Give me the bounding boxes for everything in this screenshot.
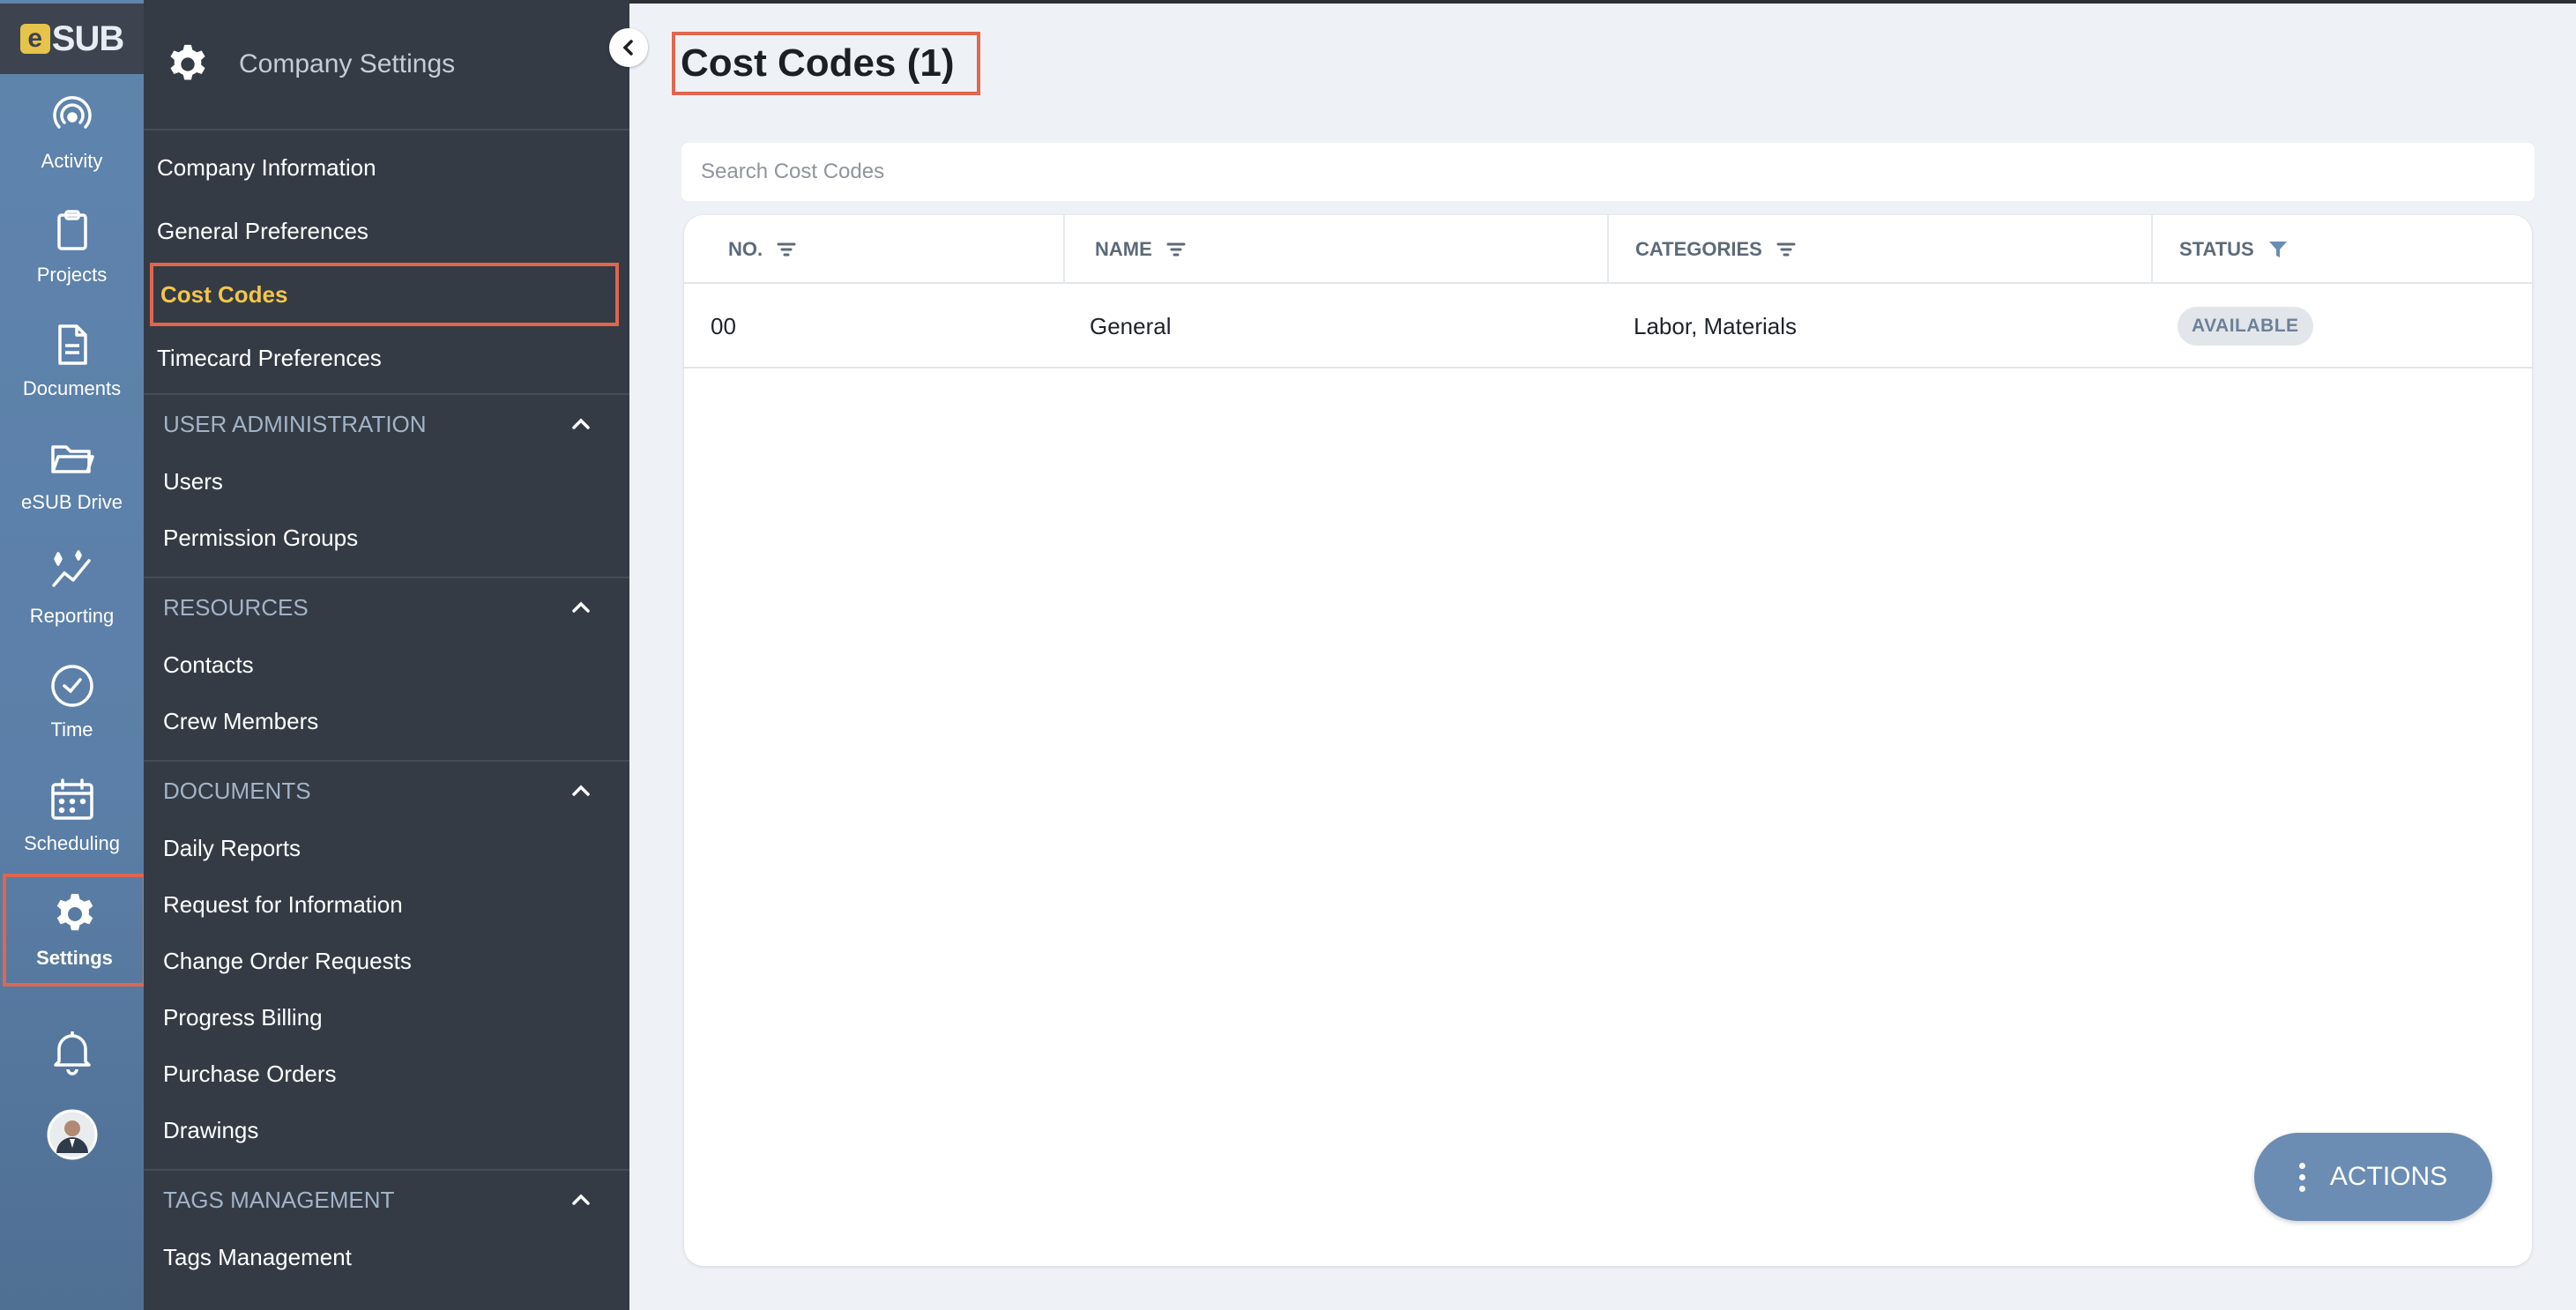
chevron-up-icon xyxy=(572,418,590,429)
cell-name: General xyxy=(1090,312,1172,339)
nav-label: Reporting xyxy=(29,605,115,627)
actions-button[interactable]: ACTIONS xyxy=(2254,1133,2492,1221)
nav-label: eSUB Drive xyxy=(21,491,123,513)
link-users[interactable]: Users xyxy=(144,453,629,510)
column-header-no[interactable]: NO. xyxy=(684,215,1065,284)
nav-label: Activity xyxy=(41,150,103,172)
calendar-icon xyxy=(50,778,93,820)
page-title-container: Cost Codes (1) xyxy=(672,32,980,95)
column-header-categories[interactable]: CATEGORIES xyxy=(1609,215,2153,284)
more-vertical-icon xyxy=(2298,1162,2305,1192)
section-tags-management[interactable]: TAGS MANAGEMENT xyxy=(144,1169,629,1229)
table-row[interactable]: 00 General Labor, Materials AVAILABLE xyxy=(684,284,2532,368)
cell-categories: Labor, Materials xyxy=(1634,312,1797,339)
sort-filter-icon[interactable] xyxy=(1775,238,1798,261)
status-badge: AVAILABLE xyxy=(2178,307,2313,346)
clipboard-icon xyxy=(56,210,87,250)
gear-icon xyxy=(56,894,93,931)
bell-icon xyxy=(53,1031,91,1076)
nav-reporting[interactable]: Reporting xyxy=(0,534,144,642)
panel-title: Company Settings xyxy=(239,49,456,78)
chevron-up-icon xyxy=(572,1194,590,1205)
settings-panel: Company Settings Company Information Gen… xyxy=(144,0,629,1310)
link-general-preferences[interactable]: General Preferences xyxy=(144,199,629,263)
section-resources[interactable]: RESOURCES xyxy=(144,577,629,636)
nav-label: Documents xyxy=(22,377,122,399)
nav-projects[interactable]: Projects xyxy=(0,193,144,301)
column-label: STATUS xyxy=(2179,238,2254,260)
nav-scheduling[interactable]: Scheduling xyxy=(0,762,144,869)
link-purchase-orders[interactable]: Purchase Orders xyxy=(144,1046,629,1102)
actions-label: ACTIONS xyxy=(2329,1162,2448,1191)
column-label: NAME xyxy=(1095,238,1152,260)
page-title: Cost Codes (1) xyxy=(681,41,955,85)
link-tags-management[interactable]: Tags Management xyxy=(144,1229,629,1285)
panel-header: Company Settings xyxy=(144,0,629,130)
column-header-name[interactable]: NAME xyxy=(1065,215,1609,284)
logo-mark: e xyxy=(19,24,50,54)
link-timecard-preferences[interactable]: Timecard Preferences xyxy=(144,326,629,390)
chevron-left-icon xyxy=(622,40,633,56)
section-title: RESOURCES xyxy=(163,593,309,621)
cost-codes-table: NO. NAME CATEGORIES STATUS 00 General La… xyxy=(684,215,2532,1266)
sort-filter-icon[interactable] xyxy=(775,238,798,261)
nav-settings[interactable]: Settings xyxy=(3,874,146,986)
activity-icon xyxy=(52,96,92,129)
section-documents[interactable]: DOCUMENTS xyxy=(144,760,629,820)
column-label: NO. xyxy=(728,238,763,260)
nav-label: Time xyxy=(50,718,93,741)
column-header-status[interactable]: STATUS xyxy=(2153,215,2532,284)
link-crew-members[interactable]: Crew Members xyxy=(144,693,629,749)
section-title: TAGS MANAGEMENT xyxy=(163,1186,395,1213)
chevron-up-icon xyxy=(572,785,590,796)
link-drawings[interactable]: Drawings xyxy=(144,1102,629,1158)
link-change-order-requests[interactable]: Change Order Requests xyxy=(144,933,629,989)
link-request-for-information[interactable]: Request for Information xyxy=(144,876,629,933)
reporting-icon xyxy=(51,550,91,587)
chevron-up-icon xyxy=(572,601,590,613)
link-progress-billing[interactable]: Progress Billing xyxy=(144,989,629,1046)
link-permission-groups[interactable]: Permission Groups xyxy=(144,510,629,566)
nav-documents[interactable]: Documents xyxy=(0,307,144,414)
link-company-information[interactable]: Company Information xyxy=(144,136,629,199)
cell-status: AVAILABLE xyxy=(2178,284,2313,368)
section-user-administration[interactable]: USER ADMINISTRATION xyxy=(144,393,629,453)
nav-time[interactable]: Time xyxy=(0,648,144,755)
search-input[interactable] xyxy=(681,143,2535,201)
link-cost-codes[interactable]: Cost Codes xyxy=(150,263,619,326)
cell-no: 00 xyxy=(711,312,736,339)
section-title: DOCUMENTS xyxy=(163,777,311,804)
clock-icon xyxy=(50,665,93,707)
sort-filter-icon[interactable] xyxy=(1165,238,1187,261)
avatar xyxy=(47,1109,97,1160)
gear-icon xyxy=(170,44,205,80)
nav-label: Settings xyxy=(36,947,113,969)
notifications-button[interactable] xyxy=(0,1028,144,1076)
main-nav-rail: e SUB Activity Projects Documents eSUB D… xyxy=(0,0,146,1310)
link-contacts[interactable]: Contacts xyxy=(144,636,629,693)
logo-text: SUB xyxy=(51,19,124,58)
filter-icon[interactable] xyxy=(2267,238,2289,261)
nav-label: Scheduling xyxy=(24,832,120,854)
column-label: CATEGORIES xyxy=(1635,238,1762,260)
section-title: USER ADMINISTRATION xyxy=(163,410,427,437)
nav-activity[interactable]: Activity xyxy=(0,79,144,187)
esub-logo[interactable]: e SUB xyxy=(0,4,144,74)
user-avatar[interactable] xyxy=(0,1109,144,1160)
nav-esub-drive[interactable]: eSUB Drive xyxy=(0,421,144,528)
folder-icon xyxy=(50,445,94,473)
collapse-panel-button[interactable] xyxy=(609,28,648,67)
table-header: NO. NAME CATEGORIES STATUS xyxy=(684,215,2532,284)
link-daily-reports[interactable]: Daily Reports xyxy=(144,820,629,876)
document-icon xyxy=(57,324,87,365)
nav-label: Projects xyxy=(36,264,108,286)
